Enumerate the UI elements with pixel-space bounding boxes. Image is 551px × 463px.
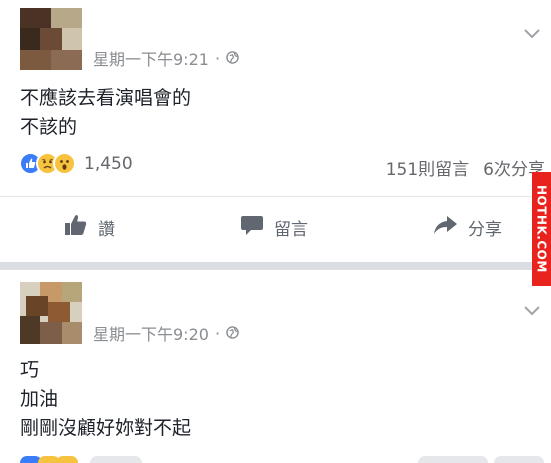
globe-icon [226,324,239,343]
like-button[interactable]: 讚 [64,214,115,241]
avatar-mask [82,270,112,292]
share-button[interactable]: 分享 [432,214,502,241]
share-label: 分享 [468,220,502,240]
meta-separator: · [214,48,221,68]
separator-line [0,196,551,197]
chevron-down-icon[interactable] [523,25,541,39]
reaction-count: 1,450 [84,153,133,174]
globe-icon [226,49,239,68]
post-text-line: 巧 [20,359,40,381]
comment-count[interactable]: 151則留言 [386,155,469,180]
post-card-1: 星期一下午9:21 · 不應該去看演唱會的 不該的 1,450 151則留言 6… [0,0,551,262]
timestamp[interactable]: 星期一下午9:20 [93,321,209,345]
feed-divider [0,262,551,270]
post-text-line: 加油 [20,388,59,410]
comment-icon [240,214,274,241]
avatar[interactable] [20,282,82,344]
post-text-line: 不該的 [20,116,78,138]
watermark-logo: HOTHK.COM [532,172,551,286]
clipped-stats-row [0,456,551,463]
post-stats: 1,450 151則留言 6次分享 [0,152,551,180]
post-text-line: 剛剛沒顧好妳對不起 [20,417,192,439]
post-meta: 星期一下午9:21 · [93,46,239,70]
action-bar: 讚 留言 分享 [0,210,551,246]
timestamp[interactable]: 星期一下午9:21 [93,46,209,70]
share-icon [432,214,468,241]
post-card-2: 星期一下午9:20 · 巧 加油 剛剛沒顧好妳對不起 [0,270,551,463]
meta-separator: · [214,323,221,343]
wow-icon [53,152,76,175]
like-label: 讚 [98,220,115,240]
watermark-text: HOTHK.COM [534,185,549,273]
post-meta: 星期一下午9:20 · [93,321,239,345]
chevron-down-icon[interactable] [523,302,541,316]
thumbs-up-icon [64,214,98,241]
reactions-summary[interactable]: 1,450 [19,152,133,175]
post-text: 巧 加油 剛剛沒顧好妳對不起 [20,356,191,443]
avatar[interactable] [20,8,82,70]
comment-button[interactable]: 留言 [240,214,308,241]
engagement-counts: 151則留言 6次分享 [386,155,545,180]
avatar-mask [82,0,128,26]
post-text: 不應該去看演唱會的 不該的 [20,84,191,142]
comment-label: 留言 [274,220,308,240]
post-text-line: 不應該去看演唱會的 [20,87,192,109]
